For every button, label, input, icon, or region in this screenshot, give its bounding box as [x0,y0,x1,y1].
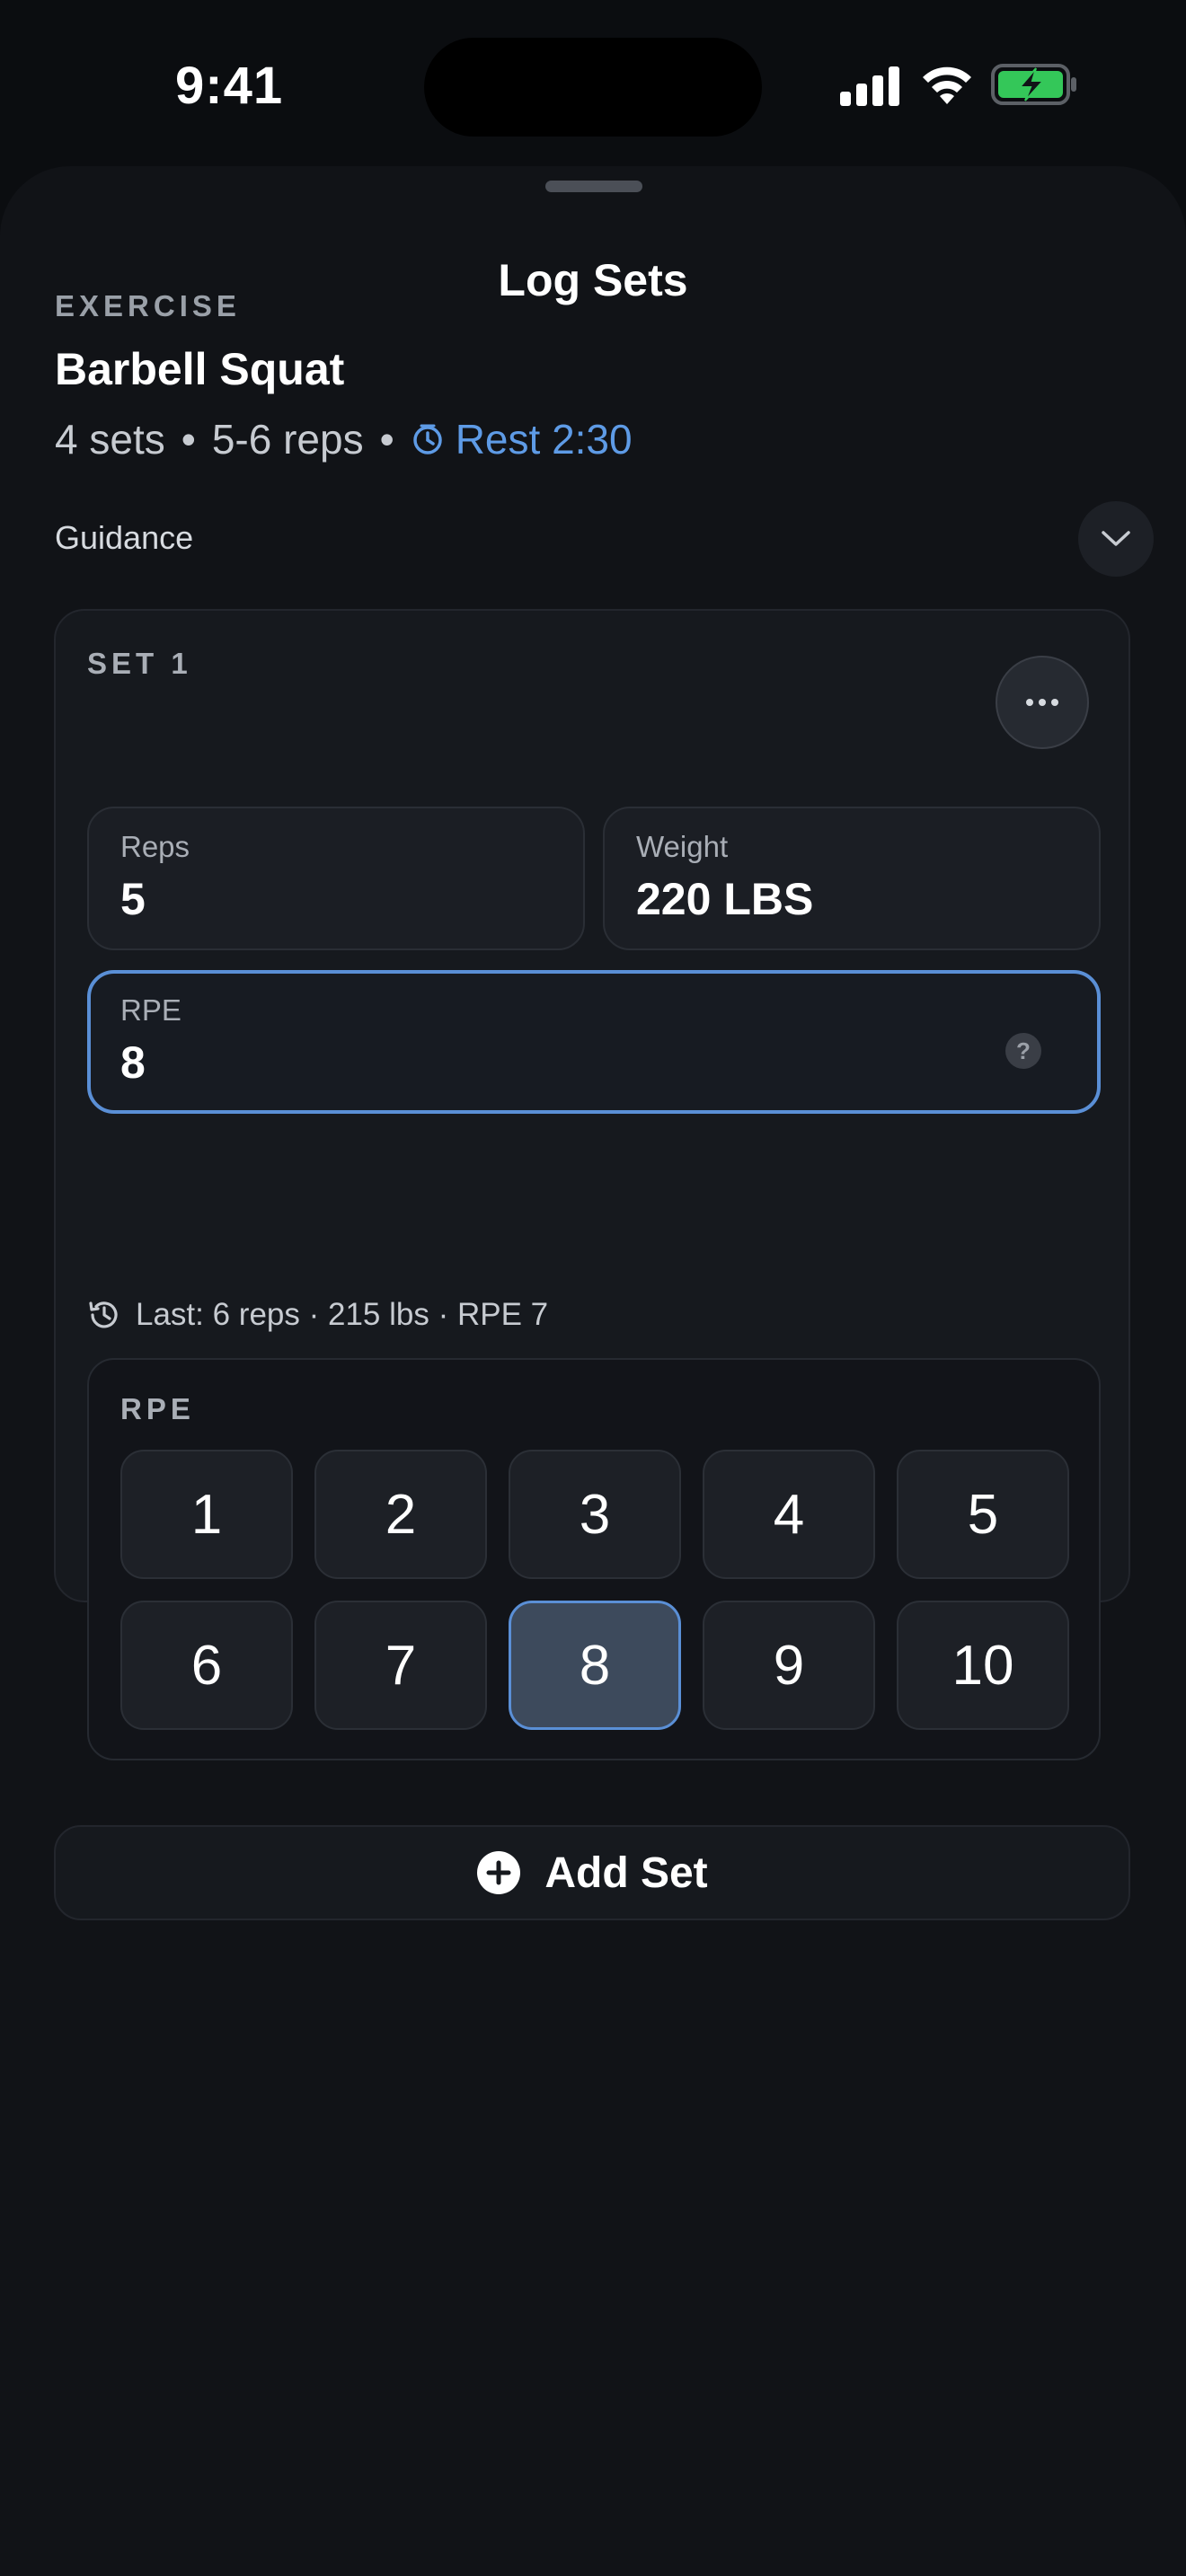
rest-label: Rest 2:30 [455,416,633,463]
meta-separator: • [379,416,394,463]
status-time: 9:41 [175,57,284,115]
last-performance-text: Last: 6 reps · 215 lbs · RPE 7 [136,1297,549,1332]
rpe-option-4[interactable]: 4 [703,1450,875,1579]
rpe-picker: RPE 1 2 3 4 5 6 7 8 9 10 [87,1358,1101,1760]
rpe-label: RPE [120,993,181,1027]
battery-charging-icon [991,64,1076,105]
meta-separator: • [181,416,196,463]
weight-label: Weight [636,830,729,863]
reps-field[interactable]: Reps 5 [87,807,585,950]
wifi-icon [923,66,971,104]
exercise-meta: 4 sets • 5-6 reps • Rest 2:30 [55,415,633,463]
rpe-option-5[interactable]: 5 [897,1450,1069,1579]
help-icon[interactable]: ? [1005,1033,1041,1069]
last-performance: Last: 6 reps · 215 lbs · RPE 7 [87,1297,548,1333]
rest-timer-link[interactable]: Rest 2:30 [411,415,633,463]
sheet-grabber[interactable] [545,181,642,192]
reps-value: 5 [120,874,146,924]
exercise-eyebrow: EXERCISE [55,289,241,322]
reps-range: 5-6 reps [211,416,364,463]
rpe-option-10[interactable]: 10 [897,1601,1069,1730]
set-card: SET 1 Reps 5 Weight 220 LBS RPE 8 ? Last… [54,609,1130,1760]
set-label: SET 1 [87,647,192,680]
rpe-field[interactable]: RPE 8 ? [87,970,1101,1114]
history-icon [89,1301,118,1328]
more-icon [1026,699,1058,706]
rpe-option-6[interactable]: 6 [120,1601,293,1730]
dynamic-island [424,38,762,137]
rpe-option-7[interactable]: 7 [314,1601,487,1730]
weight-field[interactable]: Weight 220 LBS [603,807,1101,950]
exercise-name: Barbell Squat [55,344,345,394]
rpe-option-1[interactable]: 1 [120,1450,293,1579]
rpe-option-3[interactable]: 3 [509,1450,681,1579]
add-set-button[interactable]: Add Set [54,1825,1130,1920]
set-more-button[interactable] [996,656,1089,749]
plus-circle-icon [476,1850,521,1895]
rpe-value: 8 [120,1037,146,1088]
status-bar: 9:41 [0,0,1186,166]
sets-count: 4 sets [55,416,165,463]
rpe-option-8-selected[interactable]: 8 [509,1601,681,1730]
signal-icon [840,66,899,106]
rpe-picker-title: RPE [120,1392,195,1425]
timer-icon [412,424,442,454]
weight-value: 220 LBS [636,874,814,924]
guidance-toggle-button[interactable] [1078,501,1154,577]
reps-label: Reps [120,830,190,863]
add-set-label: Add Set [544,1848,708,1897]
rpe-option-2[interactable]: 2 [314,1450,487,1579]
chevron-down-icon [1102,531,1130,546]
rpe-option-9[interactable]: 9 [703,1601,875,1730]
guidance-label[interactable]: Guidance [55,519,193,557]
